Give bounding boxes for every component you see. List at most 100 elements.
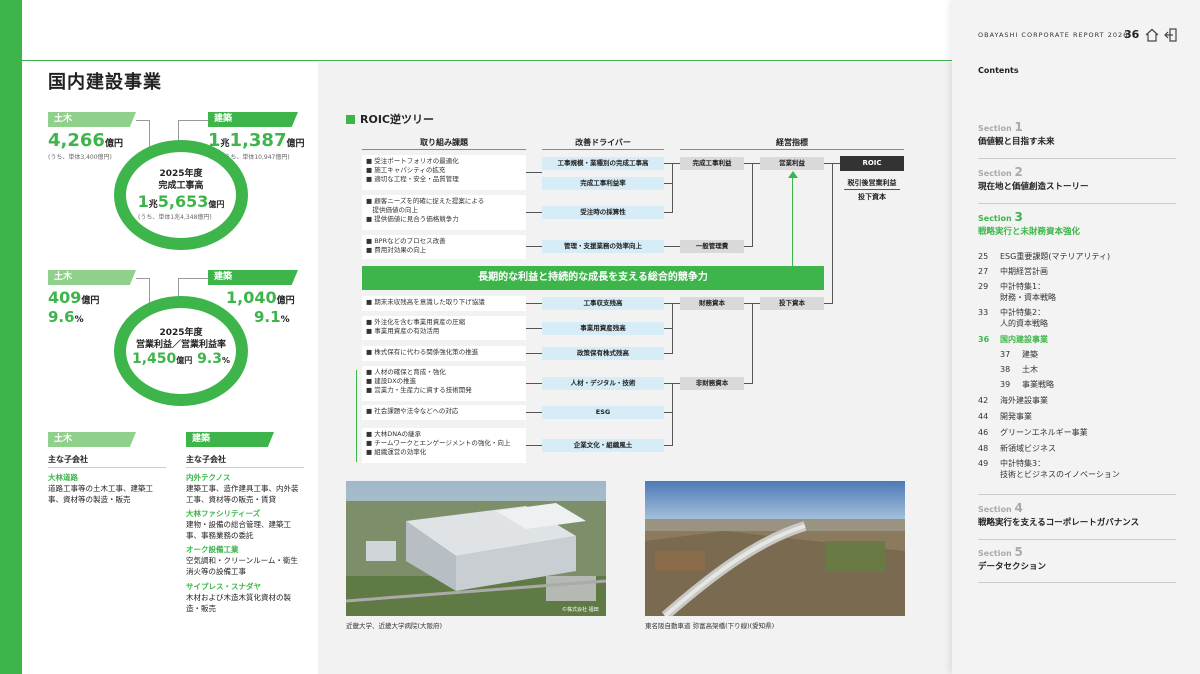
toc-subitem[interactable]: 38 土木 [1000, 365, 1038, 375]
link-k-vert1 [752, 163, 753, 247]
building-subs-rule [186, 467, 304, 468]
civil-profit-rate: 9.6% [48, 308, 84, 326]
link-d9 [664, 412, 672, 413]
action-item-4: ■ 期末未収残高を意識した取り下げ協議 [362, 296, 526, 311]
toc-item[interactable]: 29 中計特集1： [978, 282, 1045, 292]
building-profit-rate: 9.1% [254, 308, 290, 326]
brand-label: OBAYASHI CORPORATE REPORT 2026 [978, 31, 1129, 39]
tab-civil-profit: 土木 [48, 270, 136, 285]
toc-item[interactable]: 46 グリーンエネルギー事業 [978, 428, 1088, 438]
link-d-vert1 [672, 163, 673, 213]
link-a1 [526, 172, 542, 173]
building-subs-heading: 主な子会社 [186, 455, 226, 464]
link-d3 [664, 212, 672, 213]
kpi-nonfinancial-capital: 非財務資本 [680, 377, 744, 390]
toc-item[interactable]: 49 中計特集3： [978, 459, 1045, 469]
toc-item[interactable]: 財務・資本戦略 [978, 293, 1056, 303]
driver-7: 政策保有株式残高 [542, 347, 664, 360]
action-item-1: ■ 受注ポートフォリオの最適化 ■ 施工キャパシティの拡充 ■ 適切な工程・安全… [362, 155, 526, 190]
driver-6: 事業用資産残高 [542, 322, 664, 335]
home-icon[interactable] [1145, 27, 1159, 42]
title-square-icon [346, 115, 355, 124]
action-item-2: ■ 顧客ニーズを的確に捉えた提案による 提供価値の向上 ■ 提供価値に見合う価格… [362, 195, 526, 230]
toc-item[interactable]: 33 中計特集2： [978, 308, 1045, 318]
toc-subitem[interactable]: 37 建築 [1000, 350, 1038, 360]
toc-item[interactable]: 44 開発事業 [978, 412, 1032, 422]
roic-numerator: 税引後営業利益 [847, 179, 897, 187]
toc-section-5[interactable]: Section 5 データセクション [978, 545, 1176, 572]
action-item-8: ■ 社会課題や法令などへの対応 [362, 405, 526, 420]
toc-item[interactable]: 技術とビジネスのイノベーション [978, 470, 1120, 480]
non-financial-bracket [356, 370, 357, 462]
driver-9: ESG [542, 406, 664, 419]
toc-rule [978, 203, 1176, 204]
action-item-5: ■ 外注化を含む事業用資産の圧縮 ■ 事業用資産の有効活用 [362, 316, 526, 340]
col-kpi-header: 経営指標 [776, 138, 808, 147]
link-d6 [664, 328, 672, 329]
driver-2: 完成工事利益率 [542, 177, 664, 190]
link-a8 [526, 412, 542, 413]
roic-tree-title: ROIC逆ツリー [346, 111, 434, 127]
toc-rule [978, 582, 1176, 583]
toc-item-current[interactable]: 36 国内建設事業 [978, 335, 1048, 345]
col-actions-header: 取り組み課題 [420, 138, 468, 147]
toc-section-4[interactable]: Section 4 戦略実行を支えるコーポレートガバナンス [978, 501, 1176, 528]
civil-subsidiary: 大林道路 道路工事等の土木工事、建築工事、資材等の製造・販売 [48, 473, 153, 504]
toc-item[interactable]: 42 海外建設事業 [978, 396, 1048, 406]
col-drivers-rule [542, 149, 664, 150]
building-subsidiary-1: 内外テクノス 建築工事、造作建具工事、内外装工事、資材等の販売・賃貸 [186, 473, 299, 504]
building-subsidiary-2: 大林ファシリティーズ 建物・設備の総合管理、建築工事、事務業務の委託 [186, 509, 291, 540]
driver-3: 受注時の採算性 [542, 206, 664, 219]
roic-denominator: 投下資本 [858, 193, 886, 201]
building-profit-value: 1,040億円 [226, 288, 295, 307]
header-rule [22, 60, 952, 61]
tab-civil-subs: 土木 [48, 432, 136, 447]
toc-section-2[interactable]: Section 2 現在地と価値創造ストーリー [978, 165, 1176, 192]
toc-rule [978, 539, 1176, 540]
profit-ring-label: 2025年度 営業利益／営業利益率 [135, 328, 226, 350]
civil-orders-note: (うち、単体3,400億円) [48, 154, 112, 161]
toc-item[interactable]: 人的資本戦略 [978, 319, 1048, 329]
photo-kindai-hospital: ©株式会社 福田 [346, 481, 606, 616]
link-d-vert2 [672, 303, 673, 354]
page-title: 国内建設事業 [48, 72, 162, 93]
kpi-operating-profit: 営業利益 [760, 157, 824, 170]
link-k-vert2 [752, 303, 753, 384]
building-orders-value: 1兆1,387億円 [208, 130, 305, 151]
accent-sidebar-bar [0, 0, 22, 674]
competitiveness-banner: 長期的な利益と持続的な成長を支える総合的競争力 [362, 266, 824, 290]
link-d10 [664, 445, 672, 446]
orders-ring-label: 2025年度 完成工事高 [158, 169, 204, 191]
action-item-6: ■ 株式保有に代わる関係強化策の推進 [362, 346, 526, 361]
link-r-vert [832, 163, 833, 304]
building-subsidiary-3: オーク設備工業 空気調和・クリーンルーム・衛生消火等の設備工事 [186, 545, 298, 576]
toc-item[interactable]: 48 新領域ビジネス [978, 444, 1056, 454]
link-a5 [526, 328, 542, 329]
link-d4 [664, 246, 680, 247]
roic-box: ROIC [840, 156, 904, 171]
back-icon[interactable] [1163, 27, 1177, 42]
tab-building-profit: 建築 [208, 270, 298, 285]
photo-tomei-bridge [645, 481, 905, 616]
driver-4: 管理・支援業務の効率向上 [542, 240, 664, 253]
kpi-financial-capital: 財務資本 [680, 297, 744, 310]
link-a7 [526, 383, 542, 384]
growth-arrow-icon [788, 171, 798, 178]
toc-rule [978, 158, 1176, 159]
link-r2 [824, 303, 832, 304]
driver-5: 工事収支残高 [542, 297, 664, 310]
link-a3 [526, 246, 542, 247]
tab-building-subs: 建築 [186, 432, 274, 447]
civil-orders-value: 4,266億円 [48, 130, 123, 151]
toc-subitem[interactable]: 39 事業戦略 [1000, 380, 1054, 390]
toc-section-3[interactable]: Section 3 戦略実行と未財務資本強化 [978, 210, 1176, 237]
toc-item[interactable]: 27 中期経営計画 [978, 267, 1048, 277]
roic-fraction-bar [844, 189, 900, 190]
kpi-general-admin: 一般管理費 [680, 240, 744, 253]
link-a4 [526, 303, 542, 304]
contents-label: Contents [978, 66, 1019, 75]
toc-section-1[interactable]: Section 1 価値観と目指す未来 [978, 120, 1176, 147]
driver-10: 企業文化・組織風土 [542, 439, 664, 452]
col-kpi-rule [680, 149, 904, 150]
toc-item[interactable]: 25 ESG重要課題(マテリアリティ) [978, 252, 1110, 262]
